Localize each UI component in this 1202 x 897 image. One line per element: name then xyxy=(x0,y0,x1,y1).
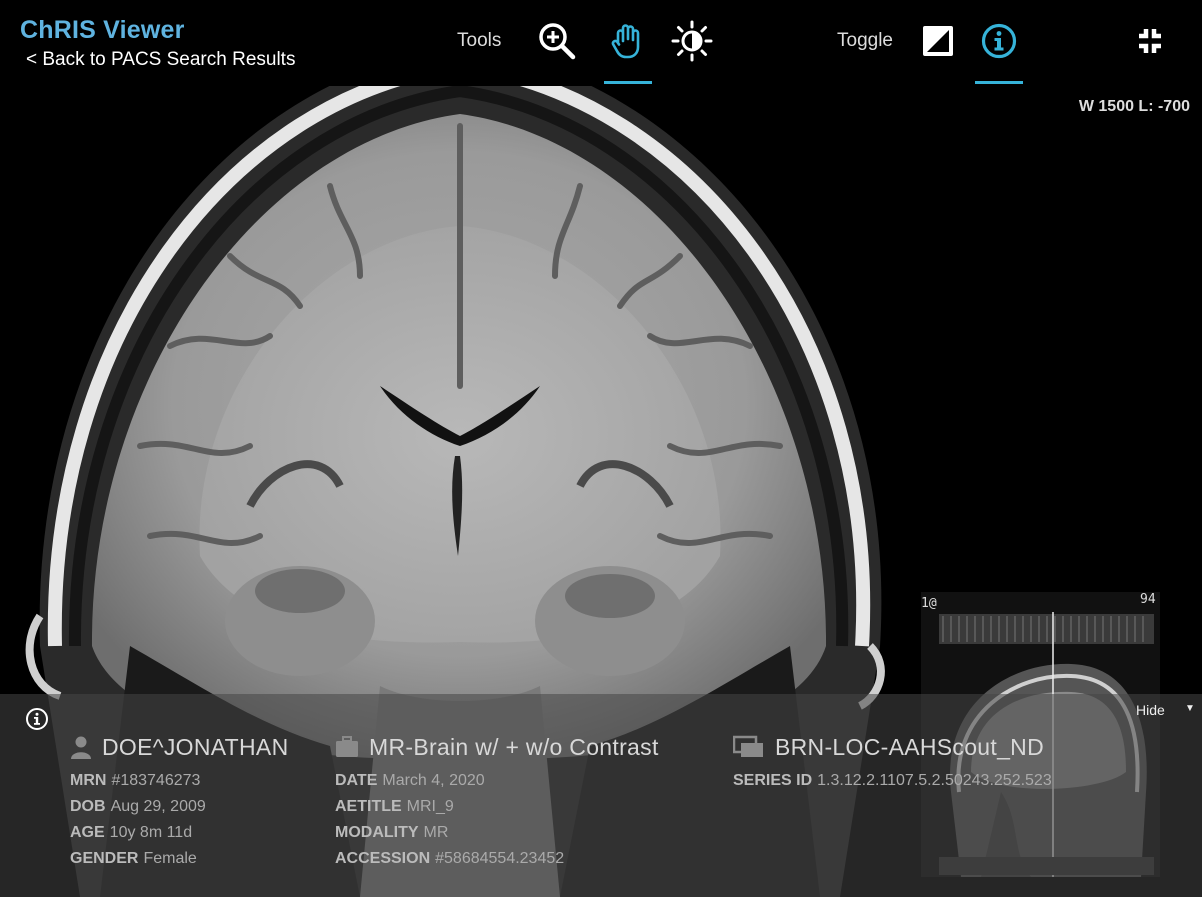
zoom-in-icon xyxy=(539,23,576,60)
window-level-tool-button[interactable] xyxy=(668,18,716,64)
toggle-label: Toggle xyxy=(837,30,893,51)
aetitle-row: AETITLE MRI_9 xyxy=(335,798,454,815)
app-title: ChRIS Viewer xyxy=(20,16,185,44)
dob-row: DOB Aug 29, 2009 xyxy=(70,798,206,815)
brightness-icon xyxy=(671,20,713,62)
exit-fullscreen-button[interactable] xyxy=(1126,18,1174,64)
info-toggle-button[interactable] xyxy=(975,18,1023,84)
series-description: BRN-LOC-AAHScout_ND xyxy=(775,733,1044,760)
pan-hand-icon xyxy=(611,24,640,59)
series-info: BRN-LOC-AAHScout_ND SERIES ID 1.3.12.2.11… xyxy=(733,732,1052,794)
gender-row: GENDER Female xyxy=(70,850,197,867)
contrast-toggle-button[interactable] xyxy=(914,18,962,64)
thumbnail-label-right: 94 xyxy=(1140,592,1156,607)
hide-panel-button[interactable]: Hide xyxy=(1136,702,1165,718)
info-icon xyxy=(981,23,1017,59)
date-row: DATE March 4, 2020 xyxy=(335,772,485,789)
series-stack-icon xyxy=(733,735,763,757)
pan-tool-button[interactable] xyxy=(604,18,652,84)
patient-name-row: DOE^JONATHAN xyxy=(70,732,288,762)
accession-row: ACCESSION #58684554.23452 xyxy=(335,850,565,867)
study-description: MR-Brain w/ + w/o Contrast xyxy=(369,733,659,760)
info-icon[interactable] xyxy=(25,707,49,731)
study-info: MR-Brain w/ + w/o Contrast DATE March 4, … xyxy=(335,732,659,872)
viewer-header: ChRIS Viewer < Back to PACS Search Resul… xyxy=(0,0,1202,86)
contrast-toggle-icon xyxy=(923,26,953,56)
briefcase-icon xyxy=(336,736,358,757)
mrn-row: MRN #183746273 xyxy=(70,772,201,789)
thumbnail-label-left: 1@ xyxy=(921,596,937,611)
series-id-row: SERIES ID 1.3.12.2.1107.5.2.50243.252.523 xyxy=(733,772,1052,789)
chevron-down-icon[interactable]: ▼ xyxy=(1185,703,1195,714)
person-icon xyxy=(71,736,91,759)
tools-label: Tools xyxy=(457,30,502,51)
back-to-results-link[interactable]: < Back to PACS Search Results xyxy=(26,49,295,71)
window-level-readout: W 1500 L: -700 xyxy=(1078,98,1190,115)
collapse-fullscreen-icon xyxy=(1139,29,1161,53)
zoom-tool-button[interactable] xyxy=(533,18,581,64)
patient-info: DOE^JONATHAN MRN #183746273 DOB Aug 29, 20… xyxy=(70,732,288,872)
modality-row: MODALITY MR xyxy=(335,824,449,841)
age-row: AGE 10y 8m 11d xyxy=(70,824,193,841)
patient-name: DOE^JONATHAN xyxy=(102,733,289,760)
series-description-row: BRN-LOC-AAHScout_ND xyxy=(733,732,1052,762)
study-description-row: MR-Brain w/ + w/o Contrast xyxy=(335,732,659,762)
